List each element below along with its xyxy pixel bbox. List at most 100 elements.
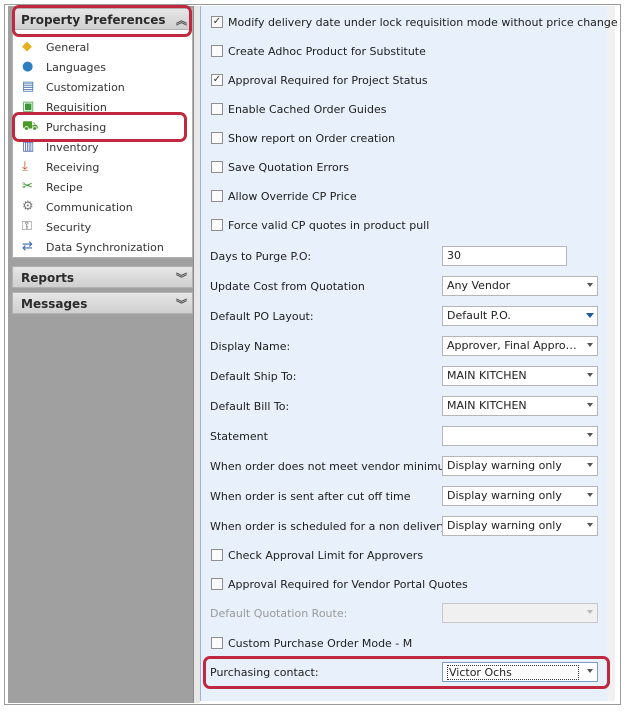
lock-icon: ⚿ <box>22 219 32 234</box>
requisition-icon: ▣ <box>22 99 35 114</box>
field-value: MAIN KITCHEN <box>447 399 527 412</box>
sidebar-item-data-synchronization[interactable]: ⇄ Data Synchronization <box>22 238 187 256</box>
checkbox-approval-required-for-project-status[interactable]: ✓ Approval Required for Project Status <box>210 69 428 91</box>
checkbox[interactable] <box>211 637 223 649</box>
checkbox[interactable] <box>211 103 223 115</box>
checkbox-label: Enable Cached Order Guides <box>228 102 387 116</box>
field-value: Victor Ochs <box>447 665 579 680</box>
update-cost-from-quotation-dropdown[interactable]: Any Vendor <box>442 276 598 296</box>
sidebar-item-label: Languages <box>46 60 107 74</box>
checkbox-allow-override-cp-price[interactable]: Allow Override CP Price <box>210 185 357 207</box>
checkbox[interactable] <box>211 132 223 144</box>
chevron-down-icon[interactable] <box>587 283 593 287</box>
sidebar-item-label: Purchasing <box>46 120 107 134</box>
chevron-down-icon[interactable] <box>587 610 593 614</box>
default-po-layout-dropdown[interactable]: Default P.O. <box>442 306 598 326</box>
checkbox-check-approval-limit-for-approvers[interactable]: Check Approval Limit for Approvers <box>210 544 423 566</box>
chevron-down-icon[interactable] <box>587 343 593 347</box>
sidebar-item-label: Recipe <box>46 180 83 194</box>
default-po-layout-label: Default PO Layout: <box>210 309 314 323</box>
sidebar-item-communication[interactable]: ⚙ Communication <box>22 198 187 216</box>
sidebar-item-label: Security <box>46 220 92 234</box>
checkbox[interactable] <box>211 549 223 561</box>
checkbox-create-adhoc-product-for-substitute[interactable]: Create Adhoc Product for Substitute <box>210 40 426 62</box>
chevron-down-icon[interactable] <box>587 373 593 377</box>
communication-icon: ⚙ <box>22 199 34 214</box>
checkbox[interactable]: ✓ <box>211 16 223 28</box>
checkbox-label: Show report on Order creation <box>228 131 396 145</box>
checkbox[interactable] <box>211 45 223 57</box>
checkbox-enable-cached-order-guides[interactable]: Enable Cached Order Guides <box>210 98 386 120</box>
group-reports[interactable]: Reports ︾ <box>12 266 193 288</box>
customization-icon: ▤ <box>22 79 35 94</box>
display-name-dropdown[interactable]: Approver, Final Approver,... <box>442 336 598 356</box>
statement-dropdown[interactable] <box>442 426 598 446</box>
field-value: Approver, Final Approver,... <box>447 339 593 352</box>
checkbox-custom-purchase-order-mode[interactable]: Custom Purchase Order Mode - M <box>210 632 412 654</box>
checkbox-label: Force valid CP quotes in product pull <box>228 218 430 232</box>
checkbox-show-report-on-order-creation[interactable]: Show report on Order creation <box>210 127 395 149</box>
sidebar-item-label: Receiving <box>46 160 100 174</box>
chevron-down-icon[interactable] <box>587 669 593 673</box>
chevron-down-icon[interactable] <box>586 313 594 318</box>
when-order-does-not-meet-vendor-minimum-label: When order does not meet vendor minimum <box>210 459 456 473</box>
recipe-icon: ✂ <box>22 179 33 194</box>
chevron-down-icon[interactable]: ︾ <box>176 270 187 286</box>
sidebar-item-inventory[interactable]: ▥ Inventory <box>22 138 187 156</box>
when-order-is-scheduled-for-a-non-delivery-day-dropdown[interactable]: Display warning only <box>442 516 598 536</box>
purchasing-contact-dropdown[interactable]: Victor Ochs <box>442 662 598 682</box>
sidebar-item-recipe[interactable]: ✂ Recipe <box>22 178 187 196</box>
default-bill-to-label: Default Bill To: <box>210 399 290 413</box>
sidebar-item-label: Requisition <box>46 100 107 114</box>
sidebar-item-label: Customization <box>46 80 125 94</box>
sidebar-item-requisition[interactable]: ▣ Requisition <box>22 98 187 116</box>
checkbox-save-quotation-errors[interactable]: Save Quotation Errors <box>210 156 349 178</box>
checkbox[interactable] <box>211 161 223 173</box>
days-to-purge-p-o-input[interactable]: 30 <box>442 246 567 266</box>
checkbox-label: Modify delivery date under lock requisit… <box>228 15 618 29</box>
chevron-down-icon[interactable] <box>587 463 593 467</box>
statement-label: Statement <box>210 429 268 443</box>
checkbox[interactable]: ✓ <box>211 74 223 86</box>
when-order-is-sent-after-cut-off-time-dropdown[interactable]: Display warning only <box>442 486 598 506</box>
checkbox-label: Approval Required for Vendor Portal Quot… <box>228 577 468 591</box>
chevron-down-icon[interactable] <box>587 493 593 497</box>
sidebar-item-receiving[interactable]: ⤓ Receiving <box>22 158 187 176</box>
when-order-does-not-meet-vendor-minimum-dropdown[interactable]: Display warning only <box>442 456 598 476</box>
field-value: Display warning only <box>447 489 562 502</box>
checkbox-force-valid-cp-quotes-in-product-pull[interactable]: Force valid CP quotes in product pull <box>210 214 429 236</box>
field-value: Display warning only <box>447 519 562 532</box>
when-order-is-scheduled-for-a-non-delivery-day-label: When order is scheduled for a non delive… <box>210 519 471 533</box>
group-messages[interactable]: Messages ︾ <box>12 292 193 314</box>
chevron-down-icon[interactable] <box>587 403 593 407</box>
group-label: Reports <box>21 271 75 285</box>
group-label: Messages <box>21 297 88 311</box>
field-value: Display warning only <box>447 459 562 472</box>
sidebar-item-security[interactable]: ⚿ Security <box>22 218 187 236</box>
scrollbar[interactable] <box>607 6 615 701</box>
sidebar-item-languages[interactable]: ● Languages <box>22 58 187 76</box>
display-name-label: Display Name: <box>210 339 291 353</box>
chevron-up-icon[interactable]: ︽ <box>176 12 187 28</box>
update-cost-from-quotation-label: Update Cost from Quotation <box>210 279 365 293</box>
chevron-down-icon[interactable] <box>587 433 593 437</box>
checkbox-approval-required-for-vendor-portal-quotes[interactable]: Approval Required for Vendor Portal Quot… <box>210 573 468 595</box>
field-value: Default P.O. <box>447 309 511 322</box>
checkbox[interactable] <box>211 190 223 202</box>
sidebar-item-label: General <box>46 40 90 54</box>
field-value: Any Vendor <box>447 279 511 292</box>
receiving-icon: ⤓ <box>22 159 28 174</box>
group-property-preferences[interactable]: Property Preferences ︽ <box>12 8 193 30</box>
default-bill-to-dropdown[interactable]: MAIN KITCHEN <box>442 396 598 416</box>
days-to-purge-p-o-label: Days to Purge P.O: <box>210 249 312 263</box>
sidebar-item-general[interactable]: ◆ General <box>22 38 187 56</box>
chevron-down-icon[interactable]: ︾ <box>176 296 187 312</box>
inventory-icon: ▥ <box>22 139 35 154</box>
checkbox[interactable] <box>211 578 223 590</box>
sidebar-item-purchasing[interactable]: ⛟ Purchasing <box>22 118 187 136</box>
checkbox-modify-delivery-date-under-lock-requisition-mode-without-price-change[interactable]: ✓ Modify delivery date under lock requisi… <box>210 11 618 33</box>
checkbox[interactable] <box>211 219 223 231</box>
chevron-down-icon[interactable] <box>587 523 593 527</box>
sidebar-item-customization[interactable]: ▤ Customization <box>22 78 187 96</box>
default-ship-to-dropdown[interactable]: MAIN KITCHEN <box>442 366 598 386</box>
